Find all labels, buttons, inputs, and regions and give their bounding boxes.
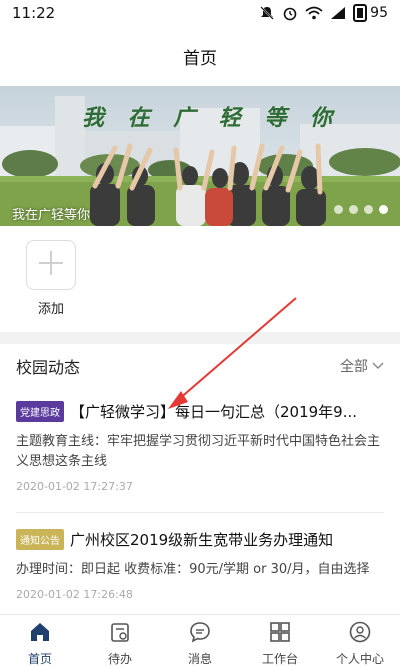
slogan-char: 广 (173, 105, 196, 131)
news-item[interactable]: 通知公告 广州校区2019级新生宽带业务办理通知 办理时间：即日起 收费标准：9… (16, 528, 384, 601)
add-shortcut-button[interactable] (26, 240, 76, 290)
carousel-dot[interactable] (334, 205, 343, 214)
bottom-tab-bar: 首页 待办 消息 工作台 个人中心 (0, 614, 400, 666)
wifi-icon (305, 6, 323, 20)
todo-icon (108, 620, 132, 648)
carousel-dot[interactable] (364, 205, 373, 214)
battery-icon (353, 4, 368, 22)
status-bar: 11:22 95 (0, 0, 400, 26)
carousel-indicator (334, 205, 388, 214)
news-item-time: 2020-01-02 17:27:37 (16, 480, 133, 493)
tab-label: 消息 (187, 652, 212, 666)
tab-label: 工作台 (261, 652, 298, 666)
campus-news: 校园动态 全部 党建思政 【广轻微学习】每日一句汇总（2019年9... 主题教… (0, 344, 400, 614)
signal-icon (330, 6, 346, 20)
add-shortcut-label[interactable]: 添加 (26, 298, 76, 317)
news-header: 校园动态 全部 (16, 344, 384, 388)
slogan-char: 轻 (218, 105, 241, 131)
workbench-icon (268, 620, 292, 648)
quick-actions: 添加 (0, 226, 400, 332)
header: 首页 (0, 26, 400, 86)
news-item-summary: 办理时间：即日起 收费标准：90元/学期 or 30/月，自由选择 (16, 562, 370, 577)
divider (16, 512, 384, 513)
slogan-char: 我 (82, 105, 105, 131)
battery-level: 95 (370, 5, 388, 21)
news-item-time: 2020-01-02 17:26:48 (16, 588, 133, 601)
tab-home[interactable]: 首页 (0, 615, 80, 666)
battery-indicator: 95 (353, 4, 388, 22)
home-icon (28, 620, 52, 648)
news-item-title[interactable]: 【广轻微学习】每日一句汇总（2019年9... (70, 401, 357, 422)
page-title: 首页 (183, 48, 217, 69)
plus-icon (37, 249, 65, 281)
tab-todo[interactable]: 待办 (80, 615, 160, 666)
slogan-char: 等 (264, 105, 287, 131)
tab-messages[interactable]: 消息 (160, 615, 240, 666)
status-icons: 95 (259, 4, 388, 22)
news-item[interactable]: 党建思政 【广轻微学习】每日一句汇总（2019年9... 主题教育主线：牢牢把握… (16, 400, 384, 493)
tab-label: 首页 (27, 652, 52, 666)
news-filter-dropdown[interactable]: 全部 (340, 356, 384, 376)
alarm-icon (282, 5, 298, 21)
banner-slogan: 我 在 广 轻 等 你 (82, 100, 332, 132)
tab-label: 待办 (107, 652, 132, 666)
slogan-char: 你 (309, 105, 332, 131)
status-time: 11:22 (12, 4, 56, 22)
news-section-title: 校园动态 (16, 358, 81, 377)
tab-label: 个人中心 (335, 652, 384, 666)
news-item-title[interactable]: 广州校区2019级新生宽带业务办理通知 (70, 529, 333, 550)
category-tag: 党建思政 (16, 400, 64, 422)
slogan-char: 在 (127, 105, 150, 131)
category-tag: 通知公告 (16, 528, 64, 550)
profile-icon (348, 620, 372, 648)
banner-caption: 我在广轻等你 (12, 208, 91, 223)
carousel-dot-active[interactable] (379, 205, 388, 214)
news-filter-label: 全部 (340, 359, 368, 375)
mute-icon (259, 5, 275, 21)
chevron-down-icon (372, 358, 384, 374)
tab-profile[interactable]: 个人中心 (320, 615, 400, 666)
tab-workbench[interactable]: 工作台 (240, 615, 320, 666)
carousel-dot[interactable] (349, 205, 358, 214)
message-icon (188, 620, 212, 648)
news-item-summary: 主题教育主线：牢牢把握学习贯彻习近平新时代中国特色社会主义思想这条主线 (16, 434, 381, 469)
